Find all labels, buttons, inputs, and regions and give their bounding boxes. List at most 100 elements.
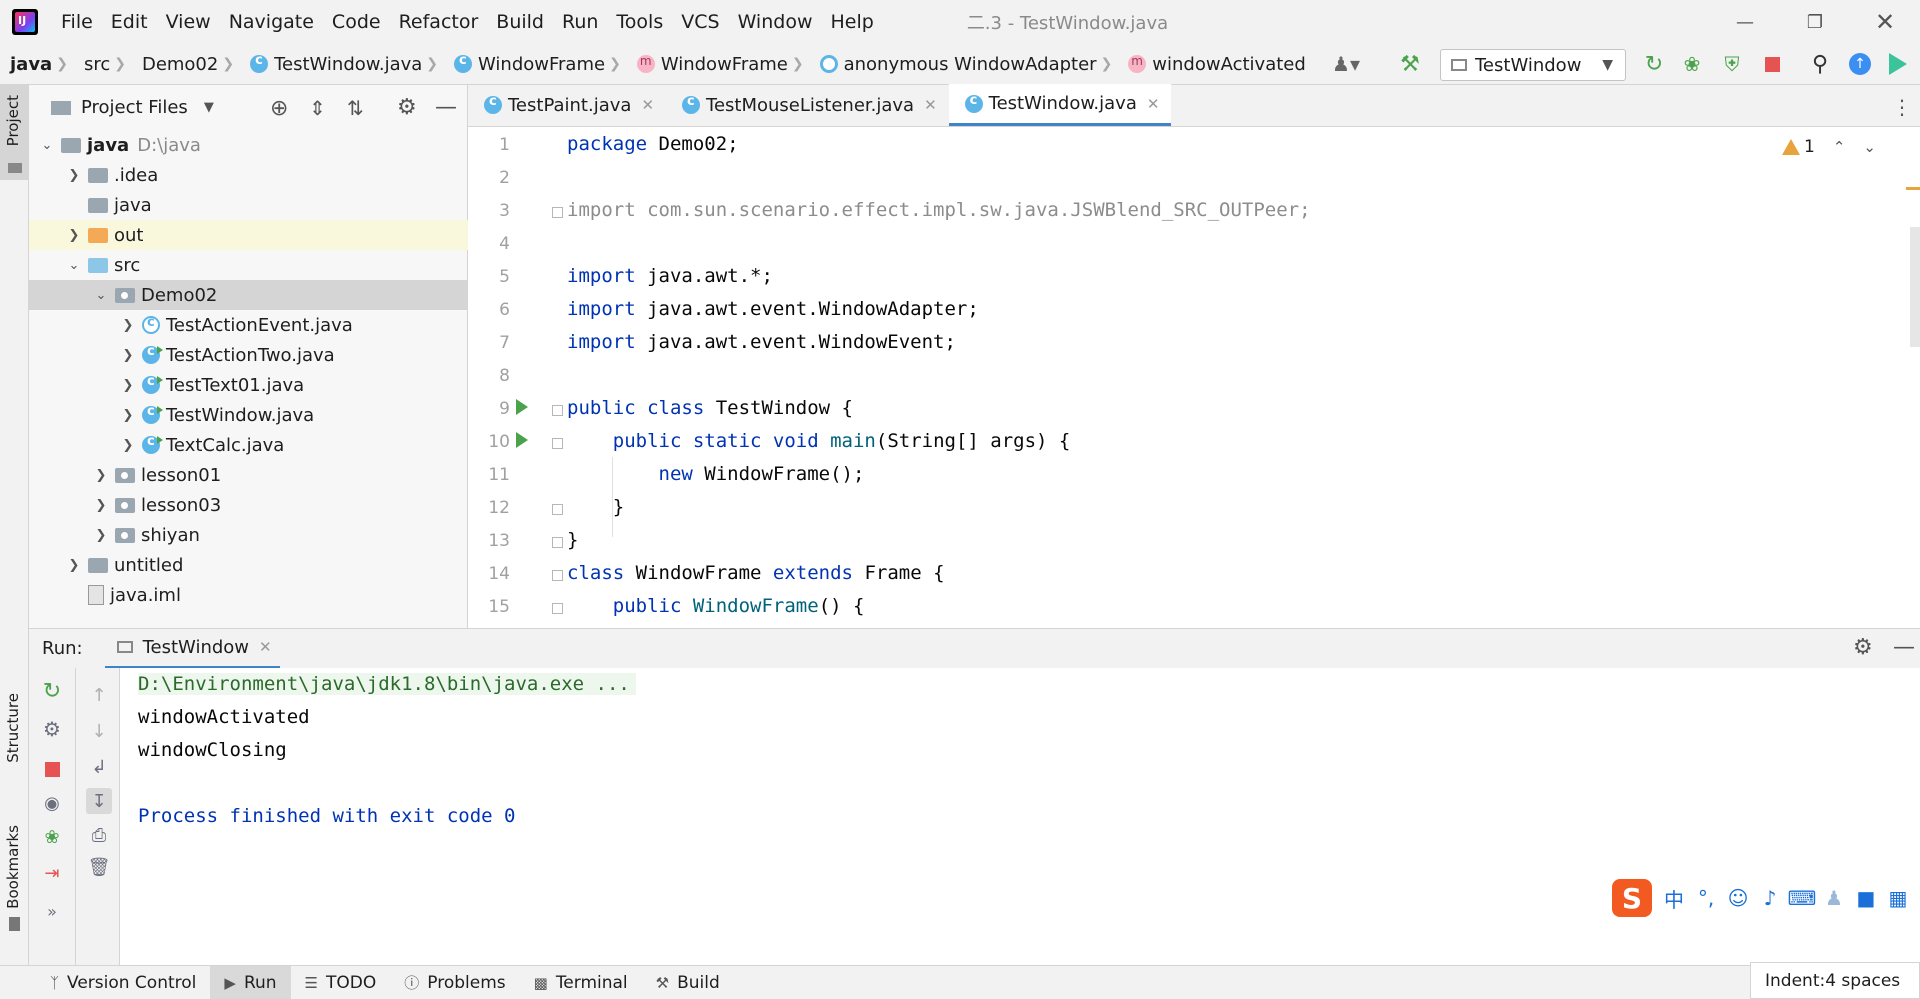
tree-item-src[interactable]: ⌄ src xyxy=(29,250,468,280)
search-icon[interactable]: ⚲ xyxy=(1808,52,1832,77)
breadcrumb-anonymous-class[interactable]: anonymous WindowAdapter ❯ xyxy=(810,54,1119,75)
breadcrumb-src[interactable]: src ❯ xyxy=(74,54,132,75)
editor-tab-testmouselistener[interactable]: TestMouseListener.java ✕ xyxy=(666,84,949,126)
toolbox-icon[interactable]: ▦ xyxy=(1882,886,1914,910)
fold-icon[interactable] xyxy=(552,570,563,581)
more-actions-icon[interactable]: » xyxy=(41,900,63,922)
soft-wrap-icon[interactable]: ↲ xyxy=(88,756,110,778)
skin-icon[interactable]: ■ xyxy=(1850,886,1882,910)
arrow-up-icon[interactable]: ↑ xyxy=(88,684,110,706)
tree-item-lesson03[interactable]: ❯ lesson03 xyxy=(29,490,468,520)
debug-icon[interactable]: ❀ xyxy=(41,826,63,848)
keyboard-icon[interactable]: ⌨ xyxy=(1786,886,1818,910)
trash-icon[interactable]: 🗑 xyxy=(88,856,111,878)
restore-icon[interactable]: ❐ xyxy=(1780,0,1850,44)
tree-item-java-root[interactable]: ⌄ java D:\java xyxy=(29,130,468,160)
structure-tool-window-tab[interactable]: Structure xyxy=(0,693,29,793)
build-hammer-icon[interactable]: ⚒ xyxy=(1398,52,1422,77)
todo-tab[interactable]: ☰ TODO xyxy=(291,966,391,999)
print-icon[interactable]: ⎙ xyxy=(88,824,110,846)
close-tab-icon[interactable]: ✕ xyxy=(259,638,272,656)
microphone-icon[interactable]: ♪ xyxy=(1754,886,1786,910)
bookmarks-tool-window-tab[interactable]: Bookmarks xyxy=(0,825,29,935)
exit-icon[interactable]: ⇥ xyxy=(41,862,63,884)
tree-item-testwindow[interactable]: ❯ TestWindow.java xyxy=(29,400,468,430)
menu-view[interactable]: View xyxy=(157,0,220,44)
collapse-all-icon[interactable]: ⇅ xyxy=(347,96,364,120)
run-gutter-icon[interactable] xyxy=(516,432,528,448)
camera-icon[interactable]: ◉ xyxy=(41,792,63,814)
chevron-up-icon[interactable]: ⌃ xyxy=(1833,138,1846,156)
fold-icon[interactable] xyxy=(552,438,563,449)
tree-item-testactionevent[interactable]: ❯ TestActionEvent.java xyxy=(29,310,468,340)
tree-item-shiyan[interactable]: ❯ shiyan xyxy=(29,520,468,550)
close-tab-icon[interactable]: ✕ xyxy=(924,96,937,114)
menu-edit[interactable]: Edit xyxy=(102,0,157,44)
gear-icon[interactable]: ⚙ xyxy=(397,95,417,120)
update-icon[interactable]: ↑ xyxy=(1848,52,1872,76)
breadcrumb-constructor[interactable]: WindowFrame❯ xyxy=(627,54,810,75)
menu-code[interactable]: Code xyxy=(323,0,390,44)
breadcrumb-package[interactable]: Demo02 ❯ xyxy=(132,54,240,75)
arrow-down-icon[interactable]: ↓ xyxy=(88,720,110,742)
fold-icon[interactable] xyxy=(552,207,563,218)
scroll-to-end-icon[interactable]: ↧ xyxy=(86,788,112,814)
rerun-icon[interactable]: ↻ xyxy=(41,679,63,704)
menu-tools[interactable]: Tools xyxy=(607,0,672,44)
tree-item-java-iml[interactable]: java.iml xyxy=(29,580,468,610)
stop-icon[interactable] xyxy=(1760,52,1784,76)
coverage-icon[interactable]: ⛨ xyxy=(1720,52,1744,76)
project-tool-window-tab[interactable]: Project xyxy=(0,85,29,180)
rerun-icon[interactable]: ↻ xyxy=(1642,52,1666,77)
tree-item-idea[interactable]: ❯ .idea xyxy=(29,160,468,190)
user-icon[interactable]: ♟▾ xyxy=(1332,52,1360,76)
project-view-selector[interactable]: Project Files xyxy=(81,97,188,118)
expand-all-icon[interactable]: ⇕ xyxy=(309,96,326,120)
hide-panel-icon[interactable]: — xyxy=(1893,635,1915,660)
debug-icon[interactable]: ❀ xyxy=(1680,52,1704,76)
run-tab[interactable]: ▶ Run xyxy=(210,965,291,999)
close-window-icon[interactable]: ✕ xyxy=(1850,0,1920,44)
fold-icon[interactable] xyxy=(552,504,563,515)
run-tab-testwindow[interactable]: TestWindow ✕ xyxy=(104,629,280,669)
scrollbar-thumb[interactable] xyxy=(1910,227,1920,347)
tree-item-lesson01[interactable]: ❯ lesson01 xyxy=(29,460,468,490)
run-configuration-selector[interactable]: TestWindow ▼ xyxy=(1440,49,1626,81)
tree-item-demo02[interactable]: ⌄ Demo02 xyxy=(29,280,468,310)
menu-run[interactable]: Run xyxy=(553,0,607,44)
editor-tab-testpaint[interactable]: TestPaint.java ✕ xyxy=(468,84,666,126)
hide-panel-icon[interactable]: — xyxy=(435,95,457,120)
tree-item-textcalc[interactable]: ❯ TextCalc.java xyxy=(29,430,468,460)
minimize-icon[interactable]: — xyxy=(1710,0,1780,44)
menu-window[interactable]: Window xyxy=(729,0,822,44)
editor-tab-testwindow[interactable]: TestWindow.java ✕ xyxy=(948,84,1172,126)
tree-item-untitled[interactable]: ❯ untitled xyxy=(29,550,468,580)
menu-help[interactable]: Help xyxy=(821,0,882,44)
more-tabs-icon[interactable]: ⋮ xyxy=(1892,95,1912,119)
menu-build[interactable]: Build xyxy=(487,0,553,44)
tree-item-out[interactable]: ❯ out xyxy=(29,220,468,250)
close-tab-icon[interactable]: ✕ xyxy=(1147,95,1160,113)
console-command-line[interactable]: D:\Environment\java\jdk1.8\bin\java.exe … xyxy=(138,673,636,695)
version-control-tab[interactable]: ᛉ Version Control xyxy=(36,966,210,999)
chevron-down-icon[interactable]: ⌄ xyxy=(1863,138,1876,156)
stop-icon[interactable] xyxy=(41,758,63,780)
code-editor[interactable]: 1 2 3 4 5 6 7 8 9 10 11 12 13 14 15 pack… xyxy=(468,127,1920,628)
breadcrumb-file[interactable]: TestWindow.java❯ xyxy=(240,53,444,75)
indent-status-widget[interactable]: Indent:4 spaces xyxy=(1750,962,1920,999)
close-tab-icon[interactable]: ✕ xyxy=(641,96,654,114)
breadcrumb-class[interactable]: WindowFrame❯ xyxy=(444,53,627,75)
problems-tab[interactable]: ⓘ Problems xyxy=(390,966,519,999)
run-gutter-icon[interactable] xyxy=(516,399,528,415)
warning-stripe-marker[interactable] xyxy=(1906,187,1920,190)
emoji-icon[interactable]: ☺ xyxy=(1722,886,1754,910)
locate-file-icon[interactable]: ⊕ xyxy=(270,96,288,121)
gear-icon[interactable]: ⚙ xyxy=(1853,635,1873,660)
fold-icon[interactable] xyxy=(552,603,563,614)
terminal-tab[interactable]: ▩ Terminal xyxy=(520,966,642,999)
dropdown-arrow-icon[interactable]: ▼ xyxy=(204,100,214,115)
code-with-me-icon[interactable] xyxy=(1886,52,1910,76)
breadcrumb-project[interactable]: java ❯ xyxy=(0,54,74,75)
ime-language-toggle[interactable]: 中 xyxy=(1658,884,1690,913)
tree-item-testtext01[interactable]: ❯ TestText01.java xyxy=(29,370,468,400)
